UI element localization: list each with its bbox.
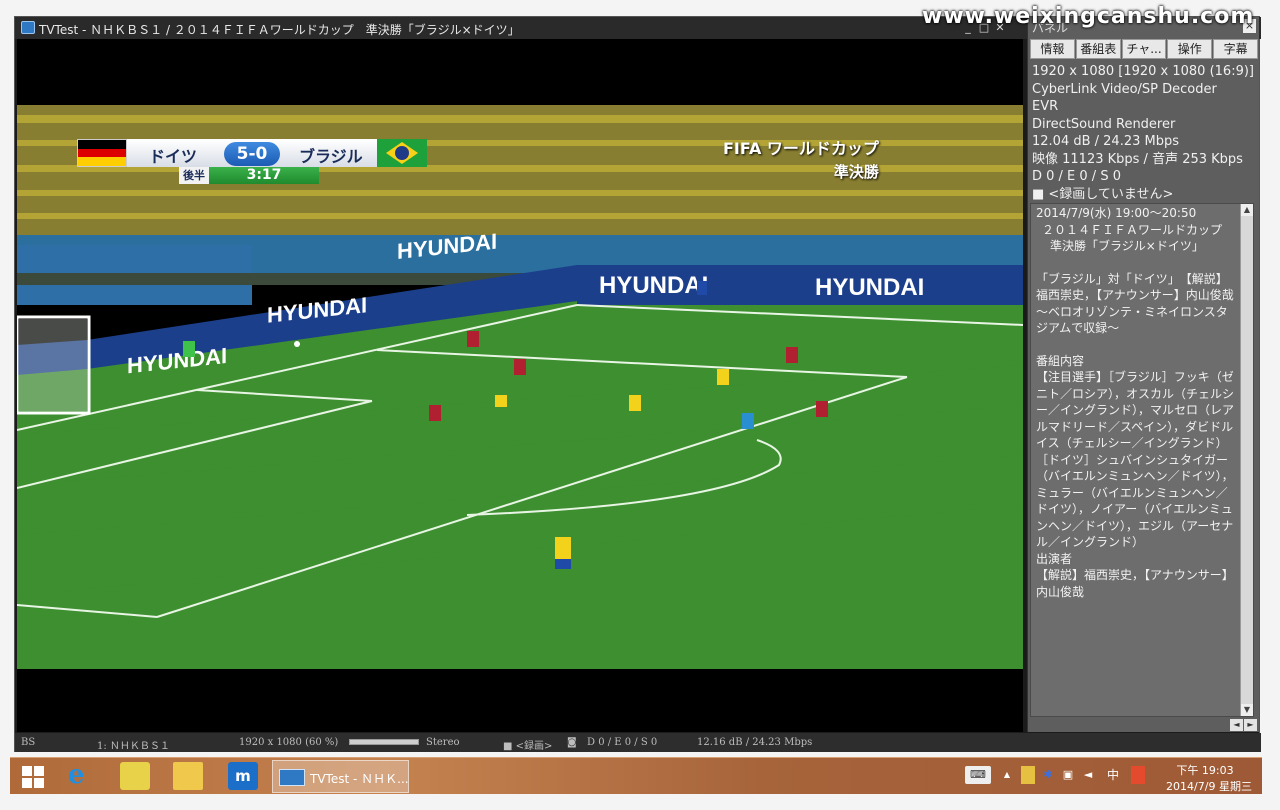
program-content: 【注目選手】［ブラジル］フッキ（ゼニト／ロシア），オスカル（チェルシー／イングラ… [1036,370,1235,549]
file-explorer-icon[interactable] [173,762,203,790]
tab-program-guide[interactable]: 番組表 [1075,39,1121,59]
program-time: 2014/7/9(水) 19:00～20:50 [1036,206,1197,220]
info-video-decoder: CyberLink Video/SP Decoder [1032,81,1217,97]
broadcast-logo: FIFA ワールドカップ 準決勝 [723,135,879,182]
panel-next-button[interactable]: ► [1244,719,1257,731]
status-signal[interactable]: 12.16 dB / 24.23 Mbps [697,737,812,748]
status-audio[interactable]: Stereo [426,737,460,748]
match-clock: 3:17 [209,167,319,184]
stream-info: 1920 x 1080 [1920 x 1080 (16:9)] CyberLi… [1032,63,1258,203]
bluetooth-icon[interactable]: ✱ [1041,766,1055,784]
taskbar-tvtest-label: TVTest - ＮＨＫ... [310,772,409,786]
keyboard-icon[interactable]: ⌨ [965,766,991,784]
scroll-down-arrow-icon[interactable]: ▼ [1241,704,1253,716]
taskbar: e m TVTest - ＮＨＫ... ⌨ ▲ ✱ ▣ ◄ 中 下午 19:03… [10,757,1262,794]
ime-indicator[interactable]: 中 [1105,766,1121,784]
program-description: 「ブラジル」対「ドイツ」 【解説】福西崇史，【アナウンサー】内山俊哉 ～ベロオリ… [1036,271,1246,336]
internet-explorer-icon[interactable]: e [66,762,96,790]
maxthon-browser-icon[interactable]: m [228,762,258,790]
panel-nav: ◄ ► [1230,719,1257,731]
show-hidden-icons-button[interactable]: ▲ [1001,766,1013,784]
video-frame[interactable]: HYUNDAI HYUNDAI HYUNDAI HYUNDAI HYUNDAI [17,105,1023,669]
program-cast-heading: 出演者 [1036,551,1073,566]
program-title-line2: 準決勝「ブラジル×ドイツ」 [1050,239,1204,253]
tvtest-app-icon [21,21,35,34]
status-resolution[interactable]: 1920 x 1080 (60 %) [239,737,338,748]
tab-control[interactable]: 操作 [1167,39,1213,59]
team2-name: ブラジル [299,147,363,166]
info-audio-renderer: DirectSound Renderer [1032,116,1176,132]
video-area[interactable]: HYUNDAI HYUNDAI HYUNDAI HYUNDAI HYUNDAI [17,39,1023,732]
info-signal: 12.04 dB / 24.23 Mbps [1032,134,1180,149]
program-cast: 【解説】福西崇史，【アナウンサー】内山俊哉 [1036,568,1234,599]
match-score: 5-0 [224,142,280,166]
tab-info[interactable]: 情報 [1030,39,1075,59]
camera-icon[interactable]: ◙ [567,737,577,748]
tvtest-window: TVTest - ＮＨＫＢＳ１ / ２０１４ＦＩＦＡワールドカップ 準決勝「ブラ… [14,16,1261,752]
info-video-renderer: EVR [1032,99,1059,114]
info-record-status[interactable]: ■ <録画していません> [1032,186,1258,204]
status-tuner[interactable]: BS [21,737,35,748]
photo-gallery-icon[interactable] [120,762,150,790]
brazil-flag-icon [377,139,427,167]
desktop: TVTest - ＮＨＫＢＳ１ / ２０１４ＦＩＦＡワールドカップ 準決勝「ブラ… [0,0,1280,810]
volume-slider[interactable] [349,739,419,745]
info-resolution: 1920 x 1080 [1920 x 1080 (16:9)] [1032,64,1254,79]
soccer-broadcast-image: HYUNDAI HYUNDAI HYUNDAI HYUNDAI HYUNDAI [17,105,1023,669]
match-half: 後半 [179,167,209,184]
status-channel[interactable]: 1: ＮＨＫＢＳ１ [97,737,170,752]
panel-tabs: 情報 番組表 チャ... 操作 字幕 [1030,39,1258,59]
windows-start-icon[interactable] [18,762,48,790]
panel-prev-button[interactable]: ◄ [1230,719,1243,731]
tab-captions[interactable]: 字幕 [1213,39,1258,59]
site-watermark: www.weixingcanshu.com [922,4,1255,29]
program-info-scrollbar[interactable]: ▲ ▼ [1240,204,1253,716]
taskbar-date[interactable]: 2014/7/9 星期三 [1165,778,1253,794]
team-score-bar: ドイツ 5-0 ブラジル [127,139,377,167]
germany-flag-icon [77,139,127,167]
tray-app-icon[interactable] [1021,766,1035,784]
broadcast-logo-line2: 準決勝 [833,163,879,181]
tab-channel[interactable]: チャ... [1121,39,1167,59]
status-bar: BS 1: ＮＨＫＢＳ１ 1920 x 1080 (60 %) Stereo ■… [15,733,1261,752]
sogou-input-icon[interactable] [1131,766,1145,784]
status-errors[interactable]: D 0 / E 0 / S 0 [587,737,657,748]
ad-board-text-2: HYUNDAI [815,274,924,301]
scoreboard-overlay: ドイツ 5-0 ブラジル 後半 3:17 [77,139,429,185]
info-bitrate: 映像 11123 Kbps / 音声 253 Kbps [1032,151,1243,167]
window-title: TVTest - ＮＨＫＢＳ１ / ２０１４ＦＩＦＡワールドカップ 準決勝「ブラ… [39,23,520,37]
program-title-line1: ２０１４ＦＩＦＡワールドカップ [1042,222,1223,237]
taskbar-tvtest-button[interactable]: TVTest - ＮＨＫ... [272,760,409,793]
volume-fill [350,740,418,744]
info-errors: D 0 / E 0 / S 0 [1032,169,1121,184]
program-content-heading: 番組内容 [1036,353,1085,368]
side-panel: パネル × 情報 番組表 チャ... 操作 字幕 1920 x 1080 [19… [1027,17,1259,732]
scroll-up-arrow-icon[interactable]: ▲ [1241,204,1253,216]
taskbar-time[interactable]: 下午 19:03 [1175,762,1235,778]
network-icon[interactable]: ▣ [1061,766,1075,784]
team1-name: ドイツ [149,147,198,166]
tvtest-taskbar-icon [279,769,305,786]
program-info-box[interactable]: 2014/7/9(水) 19:00～20:50 ２０１４ＦＩＦＡワールドカップ … [1030,203,1254,717]
volume-icon[interactable]: ◄ [1081,766,1095,784]
status-record[interactable]: ■ <録画> [503,737,552,752]
ad-board-text-1: HYUNDAI [599,272,708,299]
broadcast-logo-line1: FIFA ワールドカップ [723,139,879,158]
